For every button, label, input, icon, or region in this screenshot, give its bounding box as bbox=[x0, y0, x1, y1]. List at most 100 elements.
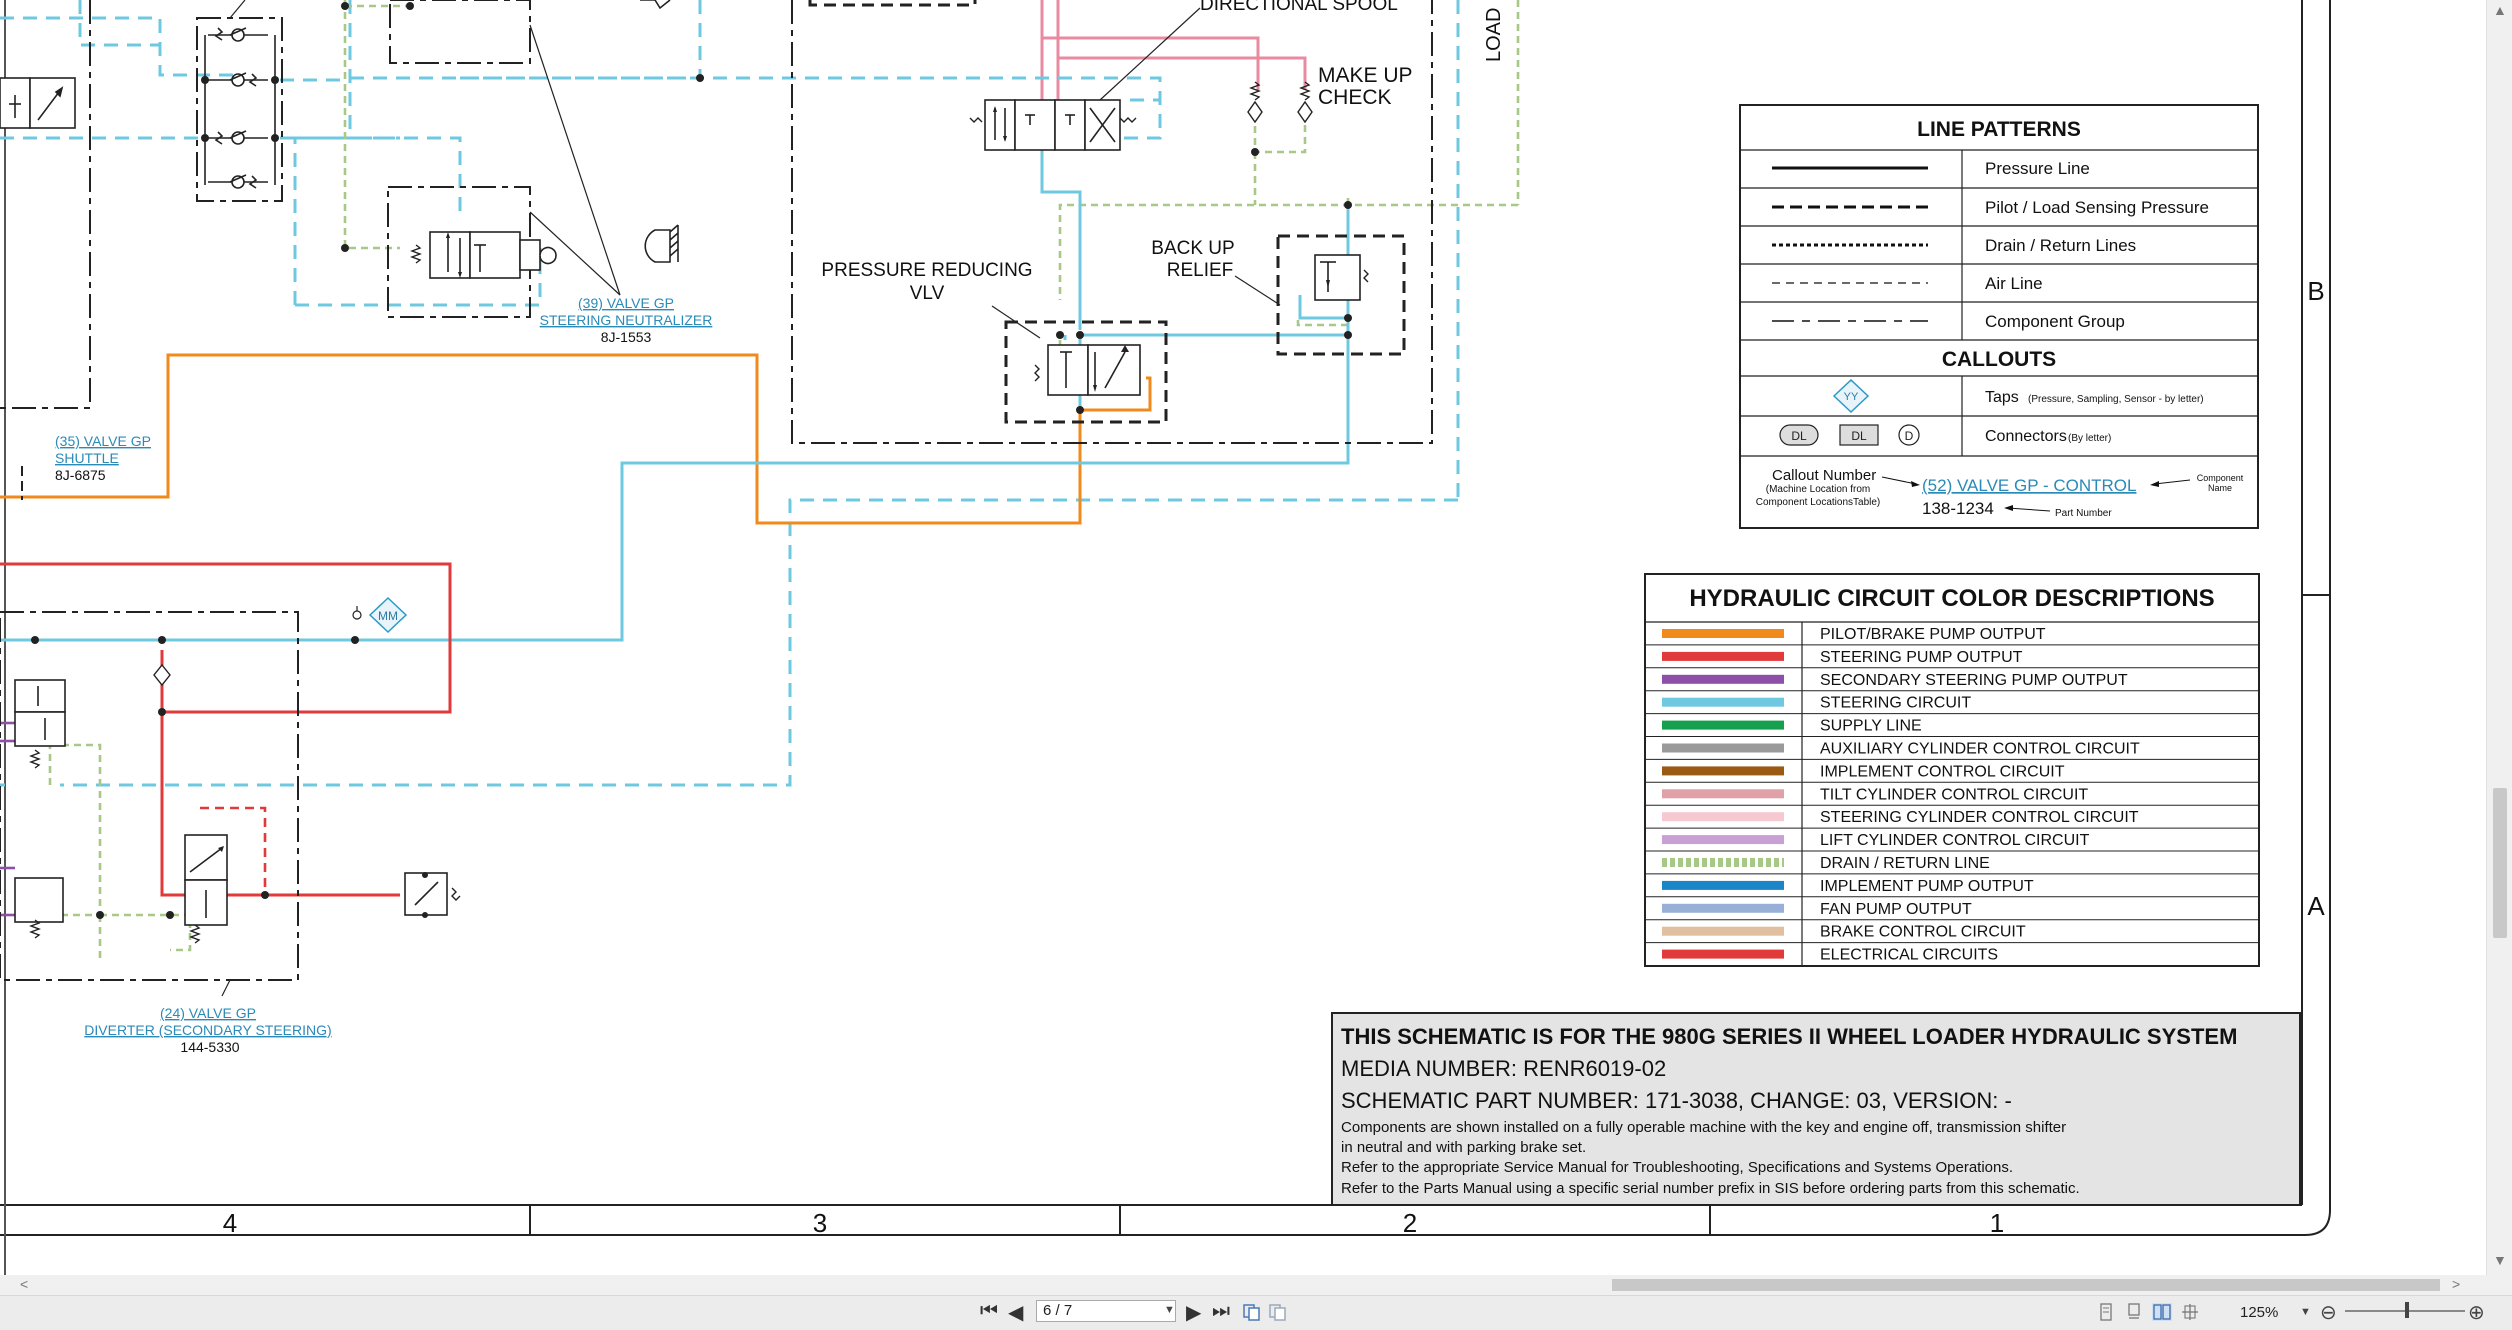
color-legend-label: AUXILIARY CYLINDER CONTROL CIRCUIT bbox=[1820, 741, 2140, 758]
previous-view-icon[interactable] bbox=[1242, 1303, 1262, 1321]
color-swatch bbox=[1662, 651, 1784, 661]
grid-col-1: 1 bbox=[1990, 1208, 2004, 1238]
svg-text:(Machine Location from: (Machine Location from bbox=[1766, 484, 1871, 495]
callout-valve-35-pn: 8J-6875 bbox=[55, 467, 106, 483]
viewer-statusbar: ⏮ ◀ 6 / 7 ▼ ▶ ⏭ 125% ▼ ⊖ ⊕ bbox=[0, 1295, 2512, 1330]
scroll-corner bbox=[2486, 1275, 2512, 1295]
callout-valve-39[interactable]: (39) VALVE GP bbox=[578, 295, 674, 311]
svg-text:Name: Name bbox=[2208, 483, 2232, 493]
grid-col-3: 3 bbox=[813, 1208, 827, 1238]
last-page-icon[interactable]: ⏭ bbox=[1212, 1300, 1230, 1323]
svg-text:Component: Component bbox=[2197, 473, 2244, 483]
document-viewport[interactable]: MM DIRECTIONAL SPOOL MAKE UP CHECK LOAD … bbox=[0, 0, 2512, 1275]
pattern-air-line: Air Line bbox=[1985, 274, 2043, 293]
horizontal-scroll-thumb[interactable] bbox=[1612, 1279, 2440, 1291]
color-legend-label: PILOT/BRAKE PUMP OUTPUT bbox=[1820, 626, 2046, 643]
color-swatch bbox=[1662, 903, 1784, 913]
next-page-icon[interactable]: ▶ bbox=[1186, 1300, 1201, 1325]
page-dropdown-icon[interactable]: ▼ bbox=[1164, 1304, 1175, 1316]
zoom-level[interactable]: 125% bbox=[2240, 1304, 2278, 1321]
line-patterns-legend: LINE PATTERNS Pressure Line Pilot / Load… bbox=[1739, 104, 2259, 529]
taps-label: Taps bbox=[1985, 389, 2019, 406]
callout-valve-35-name[interactable]: SHUTTLE bbox=[55, 450, 119, 466]
horizontal-scrollbar[interactable]: < > bbox=[0, 1275, 2486, 1295]
next-view-icon[interactable] bbox=[1268, 1303, 1288, 1321]
color-legend-label: SUPPLY LINE bbox=[1820, 718, 1922, 735]
grid-row-a: A bbox=[2307, 891, 2325, 921]
color-legend-title: HYDRAULIC CIRCUIT COLOR DESCRIPTIONS bbox=[1689, 585, 2214, 612]
pattern-pilot-load: Pilot / Load Sensing Pressure bbox=[1985, 198, 2209, 217]
svg-text:DL: DL bbox=[1851, 429, 1867, 443]
label-vlv: VLV bbox=[910, 283, 945, 304]
split-view-icon[interactable] bbox=[2180, 1303, 2200, 1321]
zoom-slider-thumb[interactable] bbox=[2405, 1302, 2409, 1318]
zoom-dropdown-icon[interactable]: ▼ bbox=[2300, 1306, 2311, 1318]
two-page-view-icon[interactable] bbox=[2152, 1303, 2172, 1321]
continuous-view-icon[interactable] bbox=[2124, 1303, 2144, 1321]
page-number-input[interactable]: 6 / 7 bbox=[1036, 1300, 1176, 1322]
title-block-part: SCHEMATIC PART NUMBER: 171-3038, CHANGE:… bbox=[1341, 1088, 2012, 1113]
label-check: CHECK bbox=[1318, 86, 1392, 109]
callout-valve-24[interactable]: (24) VALVE GP bbox=[160, 1005, 256, 1021]
label-back-up: BACK UP bbox=[1151, 238, 1234, 259]
grid-col-2: 2 bbox=[1403, 1208, 1417, 1238]
color-swatch bbox=[1662, 812, 1784, 822]
svg-text:(52) VALVE GP - CONTROL: (52) VALVE GP - CONTROL bbox=[1922, 476, 2136, 495]
color-swatch bbox=[1662, 880, 1784, 890]
scroll-right-arrow-icon[interactable]: > bbox=[2452, 1276, 2460, 1292]
taps-note: (Pressure, Sampling, Sensor - by letter) bbox=[2028, 394, 2204, 405]
color-swatch bbox=[1662, 697, 1784, 707]
color-descriptions-legend: HYDRAULIC CIRCUIT COLOR DESCRIPTIONS PIL… bbox=[1644, 573, 2260, 967]
vertical-scroll-thumb[interactable] bbox=[2493, 788, 2507, 938]
scroll-left-arrow-icon[interactable]: < bbox=[20, 1276, 28, 1292]
color-legend-label: BRAKE CONTROL CIRCUIT bbox=[1820, 924, 2026, 941]
grid-row-b: B bbox=[2307, 276, 2324, 306]
first-page-icon[interactable]: ⏮ bbox=[980, 1300, 998, 1323]
title-block-media: MEDIA NUMBER: RENR6019-02 bbox=[1341, 1056, 1666, 1081]
color-legend-label: FAN PUMP OUTPUT bbox=[1820, 901, 1972, 918]
label-load: LOAD bbox=[1483, 8, 1505, 62]
color-swatch bbox=[1662, 743, 1784, 753]
label-directional-spool: DIRECTIONAL SPOOL bbox=[1200, 0, 1398, 15]
callout-valve-35[interactable]: (35) VALVE GP bbox=[55, 433, 151, 449]
pattern-drain-return: Drain / Return Lines bbox=[1985, 236, 2136, 255]
scroll-down-arrow-icon[interactable]: ▼ bbox=[2493, 1252, 2507, 1268]
label-make-up: MAKE UP bbox=[1318, 64, 1413, 87]
zoom-out-icon[interactable]: ⊖ bbox=[2320, 1300, 2337, 1325]
callout-valve-24-pn: 144-5330 bbox=[180, 1039, 239, 1055]
svg-text:YY: YY bbox=[1844, 391, 1859, 403]
color-legend-label: DRAIN / RETURN LINE bbox=[1820, 855, 1990, 872]
color-swatch bbox=[1662, 949, 1784, 959]
color-legend-label: IMPLEMENT PUMP OUTPUT bbox=[1820, 878, 2034, 895]
color-swatch bbox=[1662, 720, 1784, 730]
callout-valve-39-name[interactable]: STEERING NEUTRALIZER bbox=[540, 312, 713, 328]
color-swatch bbox=[1662, 629, 1784, 638]
color-swatch bbox=[1662, 674, 1784, 684]
svg-text:Component LocationsTable): Component LocationsTable) bbox=[1756, 497, 1881, 508]
zoom-in-icon[interactable]: ⊕ bbox=[2468, 1300, 2485, 1325]
previous-page-icon[interactable]: ◀ bbox=[1008, 1300, 1023, 1325]
vertical-scrollbar[interactable]: ▲ ▼ bbox=[2486, 0, 2512, 1275]
color-legend-label: IMPLEMENT CONTROL CIRCUIT bbox=[1820, 763, 2065, 780]
svg-text:MM: MM bbox=[378, 609, 398, 623]
color-legend-label: STEERING PUMP OUTPUT bbox=[1820, 649, 2023, 666]
svg-text:Components are shown installed: Components are shown installed on a full… bbox=[1341, 1119, 2066, 1136]
line-patterns-title: LINE PATTERNS bbox=[1917, 118, 2081, 141]
color-legend-label: STEERING CIRCUIT bbox=[1820, 695, 1971, 712]
scroll-up-arrow-icon[interactable]: ▲ bbox=[2493, 2, 2507, 18]
color-legend-label: ELECTRICAL CIRCUITS bbox=[1820, 947, 1998, 964]
single-page-view-icon[interactable] bbox=[2096, 1303, 2116, 1321]
title-block: THIS SCHEMATIC IS FOR THE 980G SERIES II… bbox=[1331, 1012, 2301, 1206]
svg-text:138-1234: 138-1234 bbox=[1922, 499, 1994, 518]
color-legend-label: TILT CYLINDER CONTROL CIRCUIT bbox=[1820, 786, 2088, 803]
label-relief: RELIEF bbox=[1167, 260, 1234, 281]
pattern-component-group: Component Group bbox=[1985, 312, 2125, 331]
color-swatch bbox=[1662, 766, 1784, 776]
color-legend-label: LIFT CYLINDER CONTROL CIRCUIT bbox=[1820, 832, 2090, 849]
callout-valve-24-name[interactable]: DIVERTER (SECONDARY STEERING) bbox=[84, 1022, 331, 1038]
svg-text:Refer to the appropriate Servi: Refer to the appropriate Service Manual … bbox=[1341, 1159, 2013, 1176]
label-pressure-reducing: PRESSURE REDUCING bbox=[821, 260, 1032, 281]
callout-valve-39-pn: 8J-1553 bbox=[601, 329, 652, 345]
title-block-title: THIS SCHEMATIC IS FOR THE 980G SERIES II… bbox=[1341, 1024, 2237, 1049]
schematic-canvas: MM DIRECTIONAL SPOOL MAKE UP CHECK LOAD … bbox=[0, 0, 2331, 1275]
